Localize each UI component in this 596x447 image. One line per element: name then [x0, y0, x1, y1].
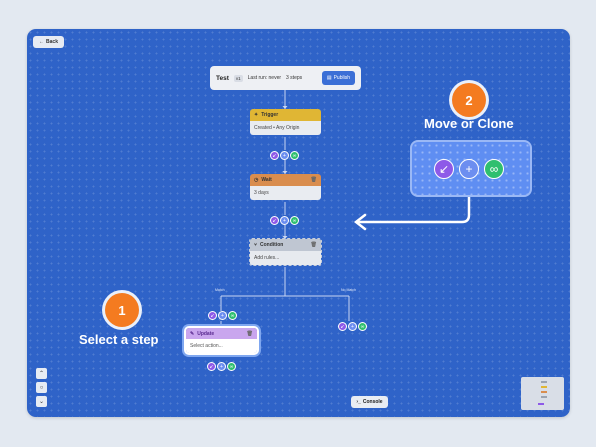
workflow-canvas[interactable]: ← Back Test v1 Last run: never 3 steps ▤… [27, 29, 570, 417]
fit-view-button[interactable]: ○ [36, 382, 47, 393]
publish-button[interactable]: ▤ Publish [321, 71, 355, 85]
step-actions-zoom: ↙ + ∞ [412, 142, 530, 195]
add-icon[interactable]: + [348, 322, 357, 331]
trigger-node-body: Created • Any Origin [250, 121, 321, 135]
trash-icon[interactable]: 🗑 [247, 331, 253, 337]
move-icon[interactable]: ↙ [270, 151, 279, 160]
terminal-icon: ›_ [356, 399, 361, 405]
branch-icon: ⑂ [254, 242, 258, 248]
add-icon[interactable]: + [217, 362, 226, 371]
clone-icon[interactable]: ∞ [227, 362, 236, 371]
callout-number-2: 2 [452, 83, 486, 117]
condition-node[interactable]: ⑂ Condition 🗑 Add rules... [249, 238, 322, 266]
condition-node-body: Add rules... [250, 251, 321, 265]
bolt-icon: ✦ [254, 112, 259, 118]
wait-node[interactable]: ◷ Wait 🗑 3 days [250, 174, 321, 200]
file-icon: ▤ [326, 75, 332, 81]
zoom-in-button[interactable]: ⌃ [36, 368, 47, 379]
add-icon[interactable]: + [280, 151, 289, 160]
add-icon[interactable]: + [280, 216, 289, 225]
trash-icon[interactable]: 🗑 [311, 177, 317, 183]
steps-count: 3 steps [286, 75, 303, 81]
update-node[interactable]: ✎ Update 🗑 Select action... [186, 328, 257, 353]
step-actions: ↙ + ∞ [338, 322, 367, 331]
branch-label-right: No Match [341, 288, 356, 292]
console-button[interactable]: ›_ Console [351, 396, 388, 408]
zoom-out-button[interactable]: ⌄ [36, 396, 47, 407]
workflow-header: Test v1 Last run: never 3 steps ▤ Publis… [210, 66, 361, 90]
clone-icon[interactable]: ∞ [228, 311, 237, 320]
version-badge: v1 [233, 74, 243, 82]
arrow-left-icon: ← [39, 39, 45, 45]
move-icon[interactable]: ↙ [338, 322, 347, 331]
trash-icon[interactable]: 🗑 [311, 242, 317, 248]
step-actions: ↙ + ∞ [207, 362, 236, 371]
workflow-title: Test [216, 74, 229, 82]
clone-icon[interactable]: ∞ [290, 216, 299, 225]
move-icon[interactable]: ↙ [207, 362, 216, 371]
clone-icon[interactable]: ∞ [290, 151, 299, 160]
step-actions: ↙ + ∞ [208, 311, 237, 320]
clock-icon: ◷ [254, 177, 259, 183]
add-icon[interactable]: + [459, 159, 479, 179]
callout-number-1: 1 [105, 293, 139, 327]
add-icon[interactable]: + [218, 311, 227, 320]
move-icon[interactable]: ↙ [270, 216, 279, 225]
update-node-body: Select action... [186, 339, 257, 353]
clone-icon[interactable]: ∞ [484, 159, 504, 179]
move-icon[interactable]: ↙ [434, 159, 454, 179]
minimap[interactable] [521, 377, 564, 410]
trigger-node[interactable]: ✦ Trigger Created • Any Origin [250, 109, 321, 135]
callout-label-1: Select a step [79, 332, 159, 347]
pencil-icon: ✎ [190, 330, 195, 337]
move-icon[interactable]: ↙ [208, 311, 217, 320]
last-run-text: Last run: never [247, 75, 282, 81]
branch-label-left: Match [215, 288, 225, 292]
step-actions: ↙ + ∞ [270, 151, 299, 160]
back-button[interactable]: ← Back [33, 36, 64, 48]
step-actions: ↙ + ∞ [270, 216, 299, 225]
callout-label-2: Move or Clone [424, 116, 514, 131]
wait-node-body: 3 days [250, 186, 321, 200]
clone-icon[interactable]: ∞ [358, 322, 367, 331]
